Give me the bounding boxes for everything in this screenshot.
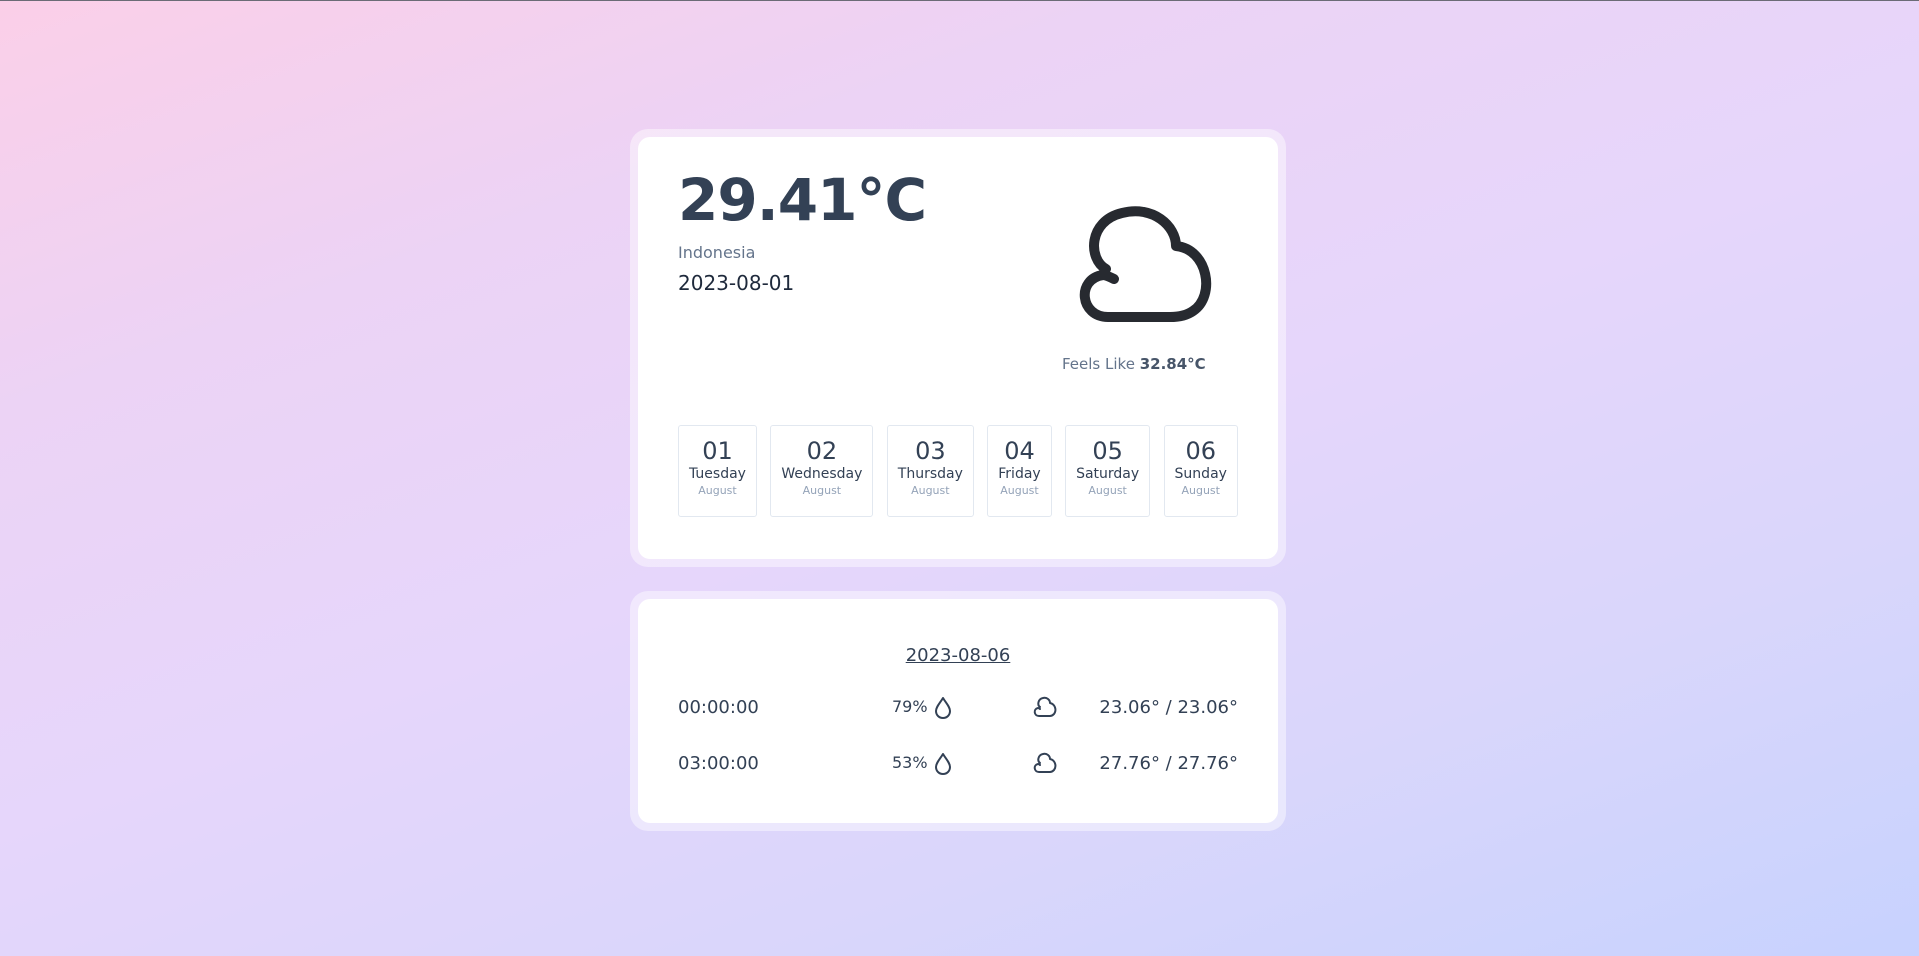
- hourly-temp-range: 27.76° / 27.76°: [1099, 753, 1238, 774]
- forecast-weekday: Thursday: [897, 466, 963, 483]
- forecast-day-number: 06: [1185, 437, 1217, 465]
- forecast-month: August: [911, 484, 950, 498]
- current-temperature: 29.41°C: [678, 166, 927, 234]
- forecast-day-card[interactable]: 04 Friday August: [987, 425, 1052, 517]
- feels-like-value: 32.84°C: [1139, 355, 1206, 373]
- forecast-month: August: [802, 484, 842, 498]
- cloud-icon: [1079, 206, 1212, 322]
- forecast-day-number: 04: [1004, 437, 1035, 465]
- hourly-temp-range: 23.06° / 23.06°: [1099, 697, 1238, 718]
- forecast-day-card[interactable]: 05 Saturday August: [1065, 425, 1151, 517]
- droplet-icon: [935, 753, 951, 775]
- cloud-icon: [1033, 752, 1057, 773]
- forecast-day-card[interactable]: 06 Sunday August: [1163, 425, 1238, 517]
- hourly-humidity: 79%: [892, 697, 928, 716]
- location-label: Indonesia: [678, 243, 756, 262]
- forecast-day-number: 05: [1092, 437, 1123, 465]
- forecast-weekday: Wednesday: [781, 466, 863, 483]
- forecast-month: August: [698, 484, 737, 498]
- hourly-row: 00:00:00 79% 23.06° / 23.06°: [678, 691, 1238, 723]
- forecast-month: August: [1181, 484, 1220, 498]
- hourly-time: 00:00:00: [678, 697, 759, 718]
- cloud-icon: [1033, 696, 1057, 717]
- hourly-humidity: 53%: [892, 753, 928, 772]
- forecast-day-number: 03: [915, 437, 946, 465]
- hourly-time: 03:00:00: [678, 753, 759, 774]
- forecast-day-number: 01: [702, 437, 733, 465]
- droplet-icon: [935, 697, 951, 719]
- hourly-detail-card: 2023-08-06 00:00:00 79% 23.06° / 23.06° …: [638, 599, 1278, 823]
- feels-like-label: Feels Like: [1062, 355, 1135, 373]
- forecast-day-card[interactable]: 02 Wednesday August: [770, 425, 874, 517]
- forecast-day-card[interactable]: 03 Thursday August: [886, 425, 974, 517]
- forecast-month: August: [1088, 484, 1127, 498]
- current-weather-card: 29.41°C Indonesia 2023-08-01 Feels Like …: [638, 137, 1278, 559]
- feels-like: Feels Like 32.84°C: [1062, 355, 1206, 373]
- forecast-weekday: Sunday: [1174, 466, 1227, 483]
- current-date: 2023-08-01: [678, 271, 795, 295]
- forecast-day-list: 01 Tuesday August 02 Wednesday August 03…: [678, 425, 1238, 517]
- forecast-day-card[interactable]: 01 Tuesday August: [678, 425, 757, 517]
- forecast-weekday: Friday: [998, 466, 1041, 483]
- hourly-row: 03:00:00 53% 27.76° / 27.76°: [678, 747, 1238, 779]
- current-weather-card-wrapper: 29.41°C Indonesia 2023-08-01 Feels Like …: [630, 129, 1286, 567]
- forecast-day-number: 02: [806, 437, 838, 465]
- forecast-month: August: [1000, 484, 1039, 498]
- forecast-weekday: Tuesday: [689, 466, 746, 483]
- forecast-weekday: Saturday: [1076, 466, 1140, 483]
- hourly-detail-card-wrapper: 2023-08-06 00:00:00 79% 23.06° / 23.06° …: [630, 591, 1286, 831]
- detail-date: 2023-08-06: [905, 645, 1011, 666]
